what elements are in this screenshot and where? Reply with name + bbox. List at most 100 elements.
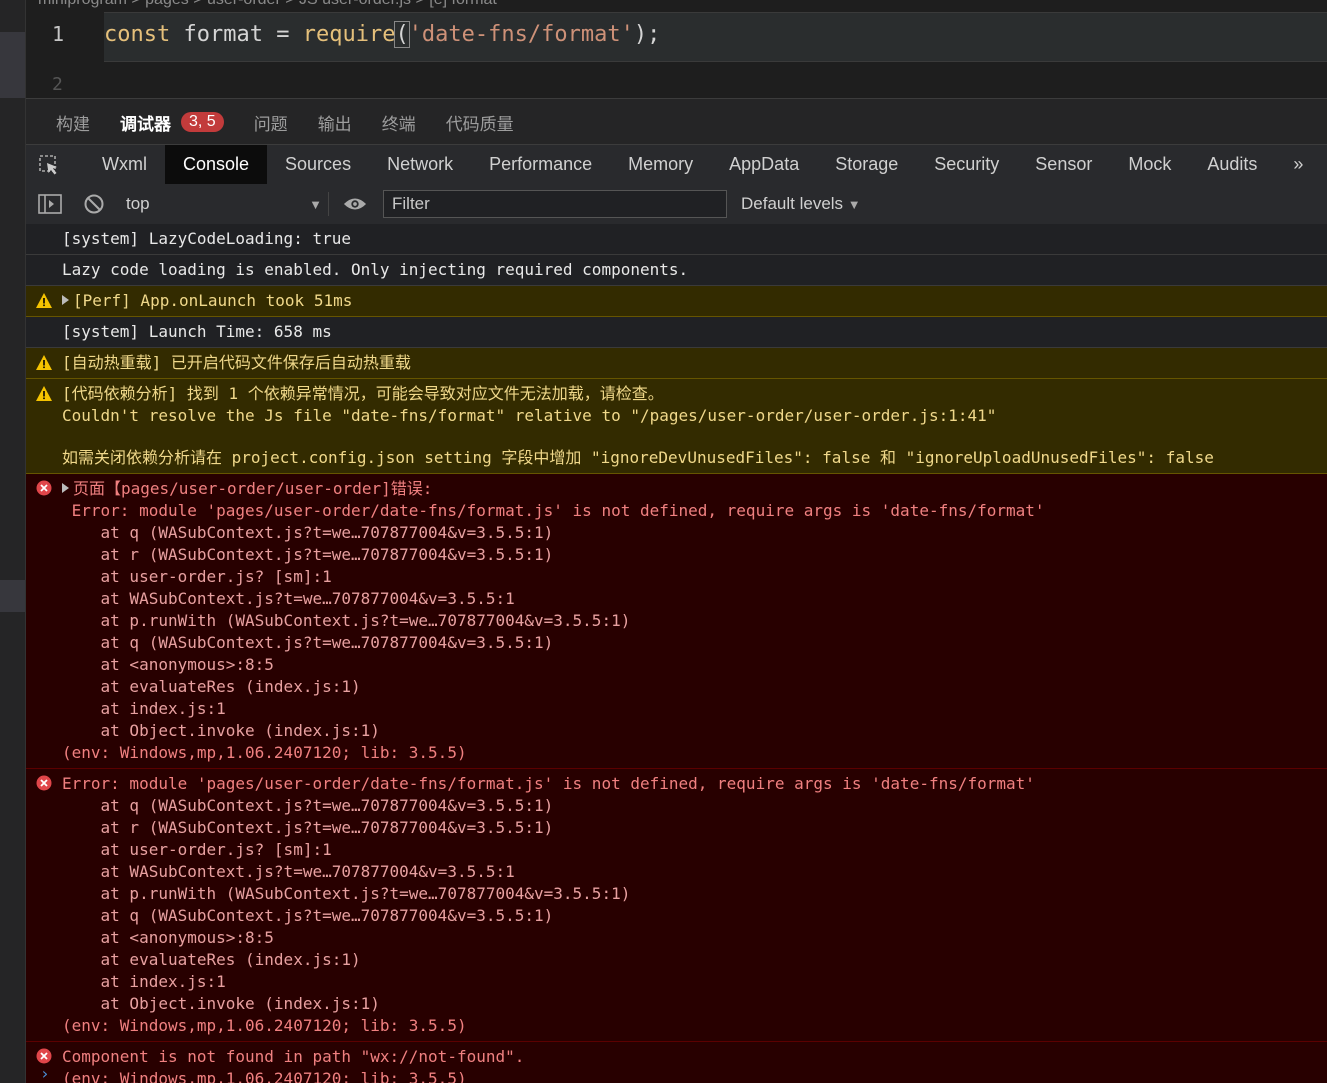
panel-tab[interactable]: 调试器 3, 5 [120,110,224,135]
devtools-tab-mock[interactable]: Mock [1110,145,1189,184]
console-line: Error: module 'pages/user-order/date-fns… [62,500,1327,522]
console-line: (env: Windows,mp,1.06.2407120; lib: 3.5.… [62,1068,1327,1083]
console-message-err[interactable]: Component is not found in path "wx://not… [26,1042,1327,1083]
eye-icon[interactable] [343,192,367,216]
devtools-tab-network[interactable]: Network [369,145,471,184]
devtools-tab-security[interactable]: Security [916,145,1017,184]
console-line: at index.js:1 [62,971,1327,993]
chevron-down-icon: ▼ [847,197,861,212]
devtools-tab-performance[interactable]: Performance [471,145,610,184]
context-selector[interactable]: top ▼ [120,192,329,216]
console-output[interactable]: [system] LazyCodeLoading: true Lazy code … [26,224,1327,1083]
code-operator: = [276,22,290,47]
console-message-warn[interactable]: [自动热重载] 已开启代码文件保存后自动热重载 [26,348,1327,379]
editor-line-1[interactable]: 1 const format = require('date-fns/forma… [26,12,1327,62]
console-line-text: 页面【pages/user-order/user-order]错误: [73,479,433,498]
console-line: [自动热重载] 已开启代码文件保存后自动热重载 [62,352,1327,374]
console-line-text[interactable]: at index.js:1 [62,699,226,718]
console-line-text[interactable]: at r (WASubContext.js?t=we…707877004&v=3… [62,818,554,837]
code-tail: ); [633,22,661,47]
code-editor[interactable]: miniprogram > pages > user-order > JS us… [26,0,1327,98]
console-line: at user-order.js? [sm]:1 [62,839,1327,861]
panel-tab[interactable]: 代码质量 [446,110,514,135]
console-message-err[interactable]: Error: module 'pages/user-order/date-fns… [26,769,1327,1042]
console-line: at user-order.js? [sm]:1 [62,566,1327,588]
devtools-tab-appdata[interactable]: AppData [711,145,817,184]
console-line-text[interactable]: at q (WASubContext.js?t=we…707877004&v=3… [62,906,554,925]
panel-tab[interactable]: 输出 [318,110,352,135]
devtools-tab-sources[interactable]: Sources [267,145,369,184]
console-message-info[interactable]: Lazy code loading is enabled. Only injec… [26,255,1327,286]
more-tabs-icon[interactable]: » [1275,145,1321,184]
console-message-warn[interactable]: [Perf] App.onLaunch took 51ms [26,286,1327,317]
console-line-text[interactable]: at Object.invoke (index.js:1) [62,994,380,1013]
devtools-tab-audits[interactable]: Audits [1189,145,1275,184]
console-line-text[interactable]: at index.js:1 [62,972,226,991]
console-line-text: (env: Windows,mp,1.06.2407120; lib: 3.5.… [62,1069,467,1083]
code-function: require [302,22,396,47]
warning-triangle-icon [36,385,52,407]
panel-tab-label: 调试器 [120,114,171,134]
console-message-info[interactable]: [system] LazyCodeLoading: true [26,224,1327,255]
console-line: Couldn't resolve the Js file "date-fns/f… [62,405,1327,427]
log-levels-dropdown[interactable]: Default levels ▼ [741,194,861,214]
panel-tab[interactable]: 问题 [254,110,288,135]
console-line-text[interactable]: at r (WASubContext.js?t=we…707877004&v=3… [62,545,554,564]
console-line: at WASubContext.js?t=we…707877004&v=3.5.… [62,861,1327,883]
console-line: Lazy code loading is enabled. Only injec… [62,259,1327,281]
context-value: top [126,194,150,213]
gutter-highlight [0,32,25,98]
console-line-text: 如需关闭依赖分析请在 project.config.json setting 字… [62,448,1214,467]
devtools-tab-memory[interactable]: Memory [610,145,711,184]
console-line: at p.runWith (WASubContext.js?t=we…70787… [62,883,1327,905]
console-line-text[interactable]: at user-order.js? [sm]:1 [62,840,332,859]
console-line-text: Error: module 'pages/user-order/date-fns… [62,501,1045,520]
inspect-element-icon[interactable] [38,154,60,176]
console-line: [system] LazyCodeLoading: true [62,228,1327,250]
line-number: 1 [52,22,65,46]
warning-triangle-icon [36,292,52,314]
panel-tab[interactable]: 终端 [382,110,416,135]
console-line-text[interactable]: at q (WASubContext.js?t=we…707877004&v=3… [62,796,554,815]
filter-placeholder: Filter [392,194,430,213]
console-line-text[interactable]: at user-order.js? [sm]:1 [62,567,332,586]
expand-triangle-icon[interactable] [62,483,69,493]
console-line-text[interactable]: Couldn't resolve the Js file "date-fns/f… [62,406,996,425]
console-line: [Perf] App.onLaunch took 51ms [62,290,1327,312]
console-line-text[interactable]: at WASubContext.js?t=we…707877004&v=3.5.… [62,589,515,608]
console-line: at q (WASubContext.js?t=we…707877004&v=3… [62,632,1327,654]
console-line-text[interactable]: at p.runWith (WASubContext.js?t=we…70787… [62,611,631,630]
devtools-tab-sensor[interactable]: Sensor [1017,145,1110,184]
devtools-tab-storage[interactable]: Storage [817,145,916,184]
console-line-text[interactable]: at q (WASubContext.js?t=we…707877004&v=3… [62,633,554,652]
code-bracket: ( [394,21,410,48]
console-prompt-icon[interactable]: › [40,1064,50,1083]
panel-tabs: 构建 调试器 3, 5 问题 输出 终端 代码质量 [26,98,1327,145]
console-line: at <anonymous>:8:5 [62,927,1327,949]
console-line-text[interactable]: at evaluateRes (index.js:1) [62,677,361,696]
console-line-text: [system] LazyCodeLoading: true [62,229,351,248]
console-line-text[interactable]: at WASubContext.js?t=we…707877004&v=3.5.… [62,862,515,881]
activity-gutter [0,0,26,1083]
devtools-tab-wxml[interactable]: Wxml [84,145,165,184]
sidebar-toggle-icon[interactable] [38,192,62,216]
code-text[interactable]: const format = require('date-fns/format'… [104,21,661,48]
expand-triangle-icon[interactable] [62,295,69,305]
devtools-tabs: Wxml Console Sources Network Performance Memo… [26,144,1327,185]
panel-tab[interactable]: 构建 [56,110,90,135]
console-line-text[interactable]: at Object.invoke (index.js:1) [62,721,380,740]
clear-console-icon[interactable] [82,192,106,216]
console-message-warn[interactable]: [代码依赖分析] 找到 1 个依赖异常情况，可能会导致对应文件无法加载，请检查。… [26,379,1327,474]
breadcrumb[interactable]: miniprogram > pages > user-order > JS us… [38,0,497,9]
devtools-tab-console[interactable]: Console [164,145,268,184]
console-message-info[interactable]: [system] Launch Time: 658 ms [26,317,1327,348]
panel-tab-label: 终端 [381,114,416,134]
console-line-text[interactable]: at p.runWith (WASubContext.js?t=we…70787… [62,884,631,903]
code-keyword: const [104,22,171,47]
console-line-text[interactable]: at q (WASubContext.js?t=we…707877004&v=3… [62,523,554,542]
console-line-text: [system] Launch Time: 658 ms [62,322,332,341]
console-message-err[interactable]: 页面【pages/user-order/user-order]错误: Error… [26,474,1327,769]
console-line: Component is not found in path "wx://not… [62,1046,1327,1068]
filter-input[interactable]: Filter [383,190,727,218]
console-line-text[interactable]: at evaluateRes (index.js:1) [62,950,361,969]
